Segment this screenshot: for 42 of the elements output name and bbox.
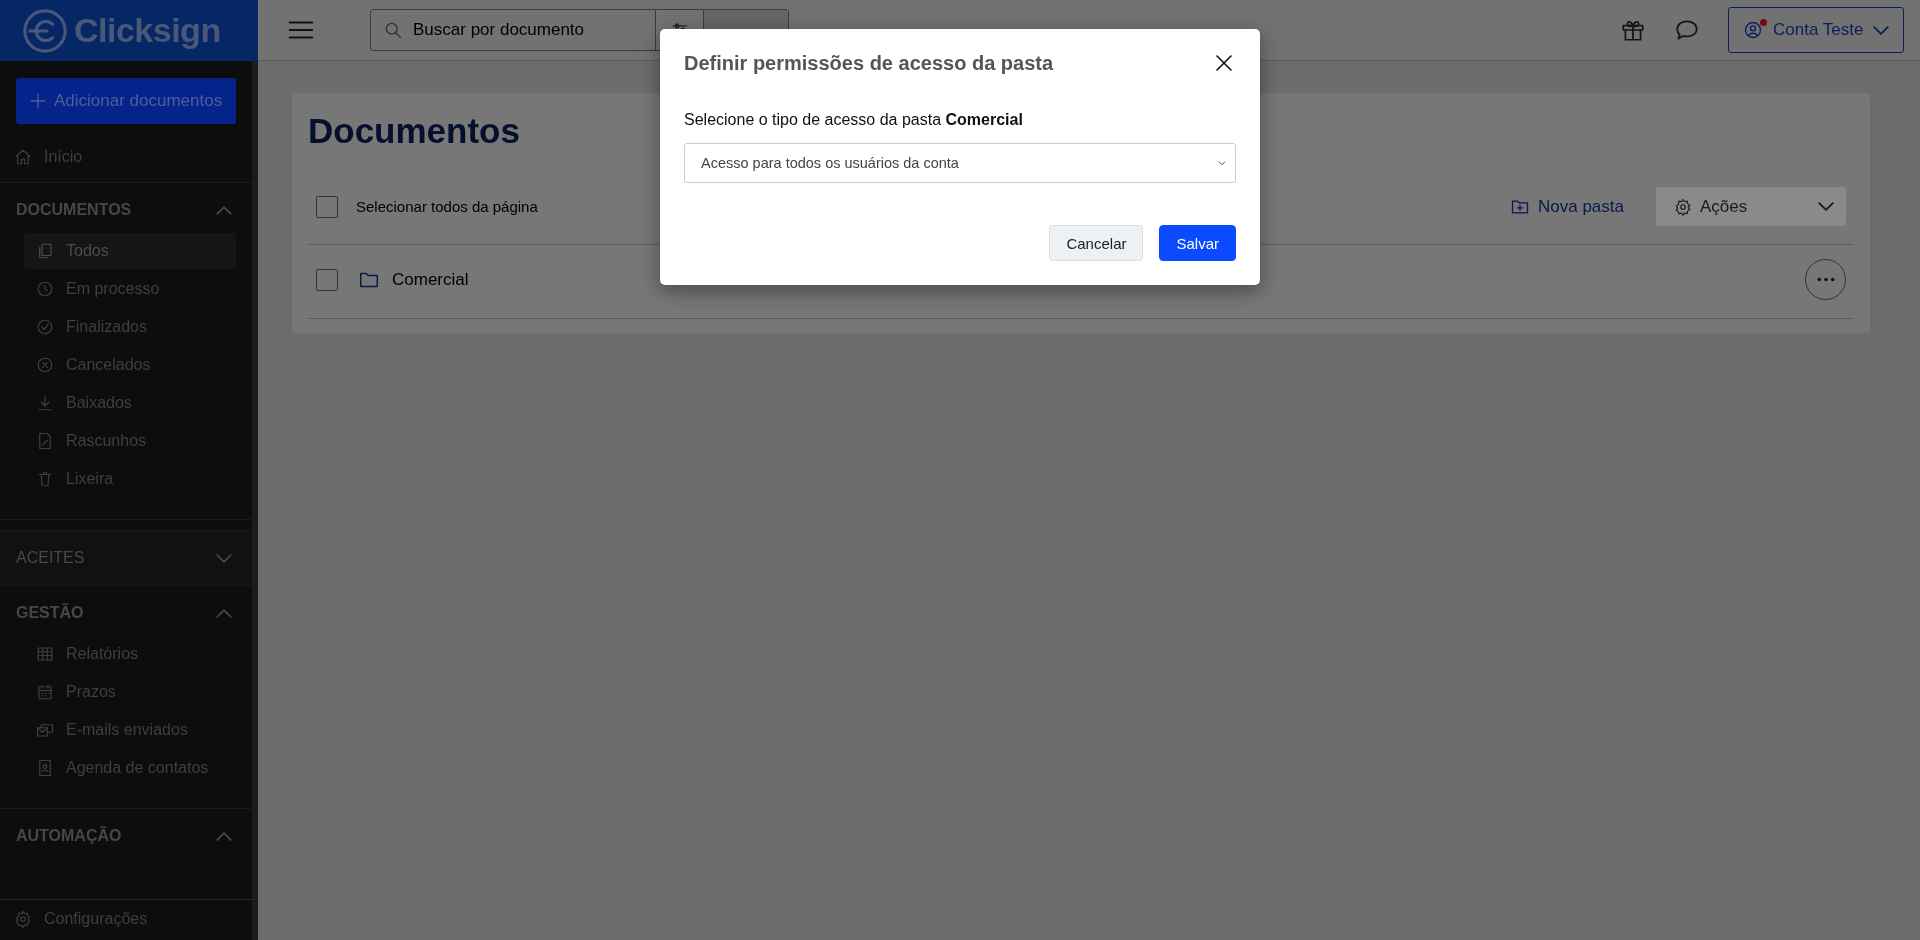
settings-icon [14, 910, 32, 928]
folder-name[interactable]: Comercial [392, 269, 1793, 290]
chevron-up-icon [216, 831, 232, 841]
draft-document-icon [36, 432, 54, 450]
select-all-checkbox[interactable] [316, 195, 338, 218]
new-folder-button[interactable]: Nova pasta [1504, 195, 1630, 218]
user-circle-icon [1743, 20, 1763, 40]
clock-icon [36, 280, 54, 298]
home-icon [14, 148, 32, 166]
dialog-prompt: Selecione o tipo de acesso da pasta Comercial [684, 111, 1024, 129]
trash-icon [36, 470, 54, 488]
add-documents-button[interactable]: Adicionar documentos [16, 78, 236, 124]
row-checkbox[interactable] [316, 268, 338, 291]
dialog-title: Definir permissões de acesso da pasta [684, 51, 1054, 75]
logo-mark-icon [22, 7, 68, 54]
cancel-circle-icon [36, 356, 54, 374]
sidebar-section-header[interactable]: DOCUMENTOS [0, 183, 252, 229]
save-button[interactable]: Salvar [1159, 225, 1236, 261]
chevron-up-icon [216, 608, 232, 618]
more-icon [1816, 277, 1835, 282]
contact-card-icon [36, 759, 54, 777]
chevron-down-icon [1818, 202, 1834, 211]
chevron-down-icon [216, 553, 232, 563]
select-all-label: Selecionar todos da página [356, 198, 538, 215]
sidebar-section-header[interactable]: GESTÃO [0, 586, 252, 632]
table-icon [36, 645, 54, 663]
search-icon [383, 20, 403, 40]
settings-icon [1674, 197, 1692, 216]
check-circle-icon [36, 318, 54, 336]
chevron-up-icon [216, 205, 232, 215]
account-button[interactable]: Conta Teste [1728, 7, 1904, 53]
logo-text: Clicksign [74, 11, 221, 50]
download-icon [36, 394, 54, 412]
copy-icon [36, 242, 54, 260]
chevron-down-icon [1873, 25, 1890, 35]
page-title: Documentos [308, 111, 520, 151]
cancel-button[interactable]: Cancelar [1049, 225, 1144, 261]
envelope-icon [36, 721, 54, 739]
access-type-select[interactable]: Acesso para todos os usuários da conta [684, 143, 1236, 183]
calendar-icon [36, 683, 54, 701]
plus-icon [28, 91, 48, 111]
sidebar-section-header[interactable]: AUTOMAÇÃO [0, 809, 252, 855]
